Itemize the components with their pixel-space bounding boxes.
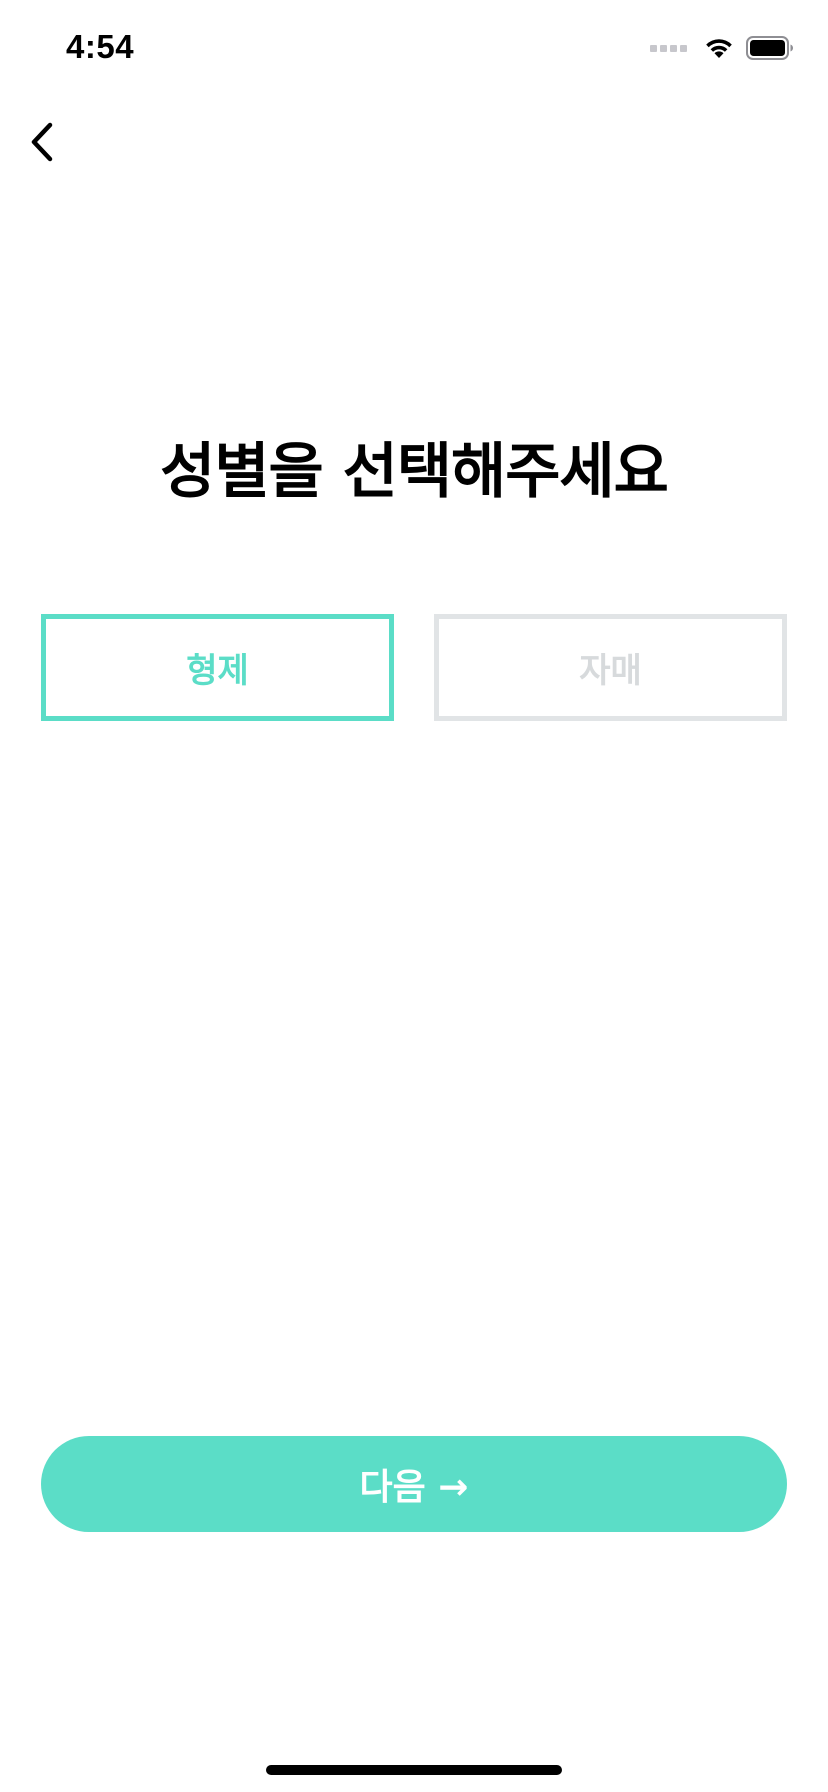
chevron-left-icon	[31, 122, 53, 162]
status-time: 4:54	[66, 28, 135, 65]
next-button-label: 다음 →	[359, 1467, 469, 1508]
back-button[interactable]	[18, 112, 66, 172]
option-sister-label: 자매	[579, 651, 642, 691]
battery-icon	[746, 36, 793, 60]
status-bar: 4:54	[0, 0, 828, 100]
next-button[interactable]: 다음 →	[41, 1436, 787, 1532]
page-title: 성별을 선택해주세요	[160, 437, 669, 507]
option-brother[interactable]: 형제	[41, 614, 394, 721]
cellular-signal-icon	[650, 44, 690, 52]
option-sister[interactable]: 자매	[434, 614, 787, 721]
status-icons	[650, 36, 794, 60]
home-indicator	[266, 1765, 562, 1775]
option-brother-label: 형제	[186, 651, 249, 691]
wifi-icon	[706, 39, 732, 58]
